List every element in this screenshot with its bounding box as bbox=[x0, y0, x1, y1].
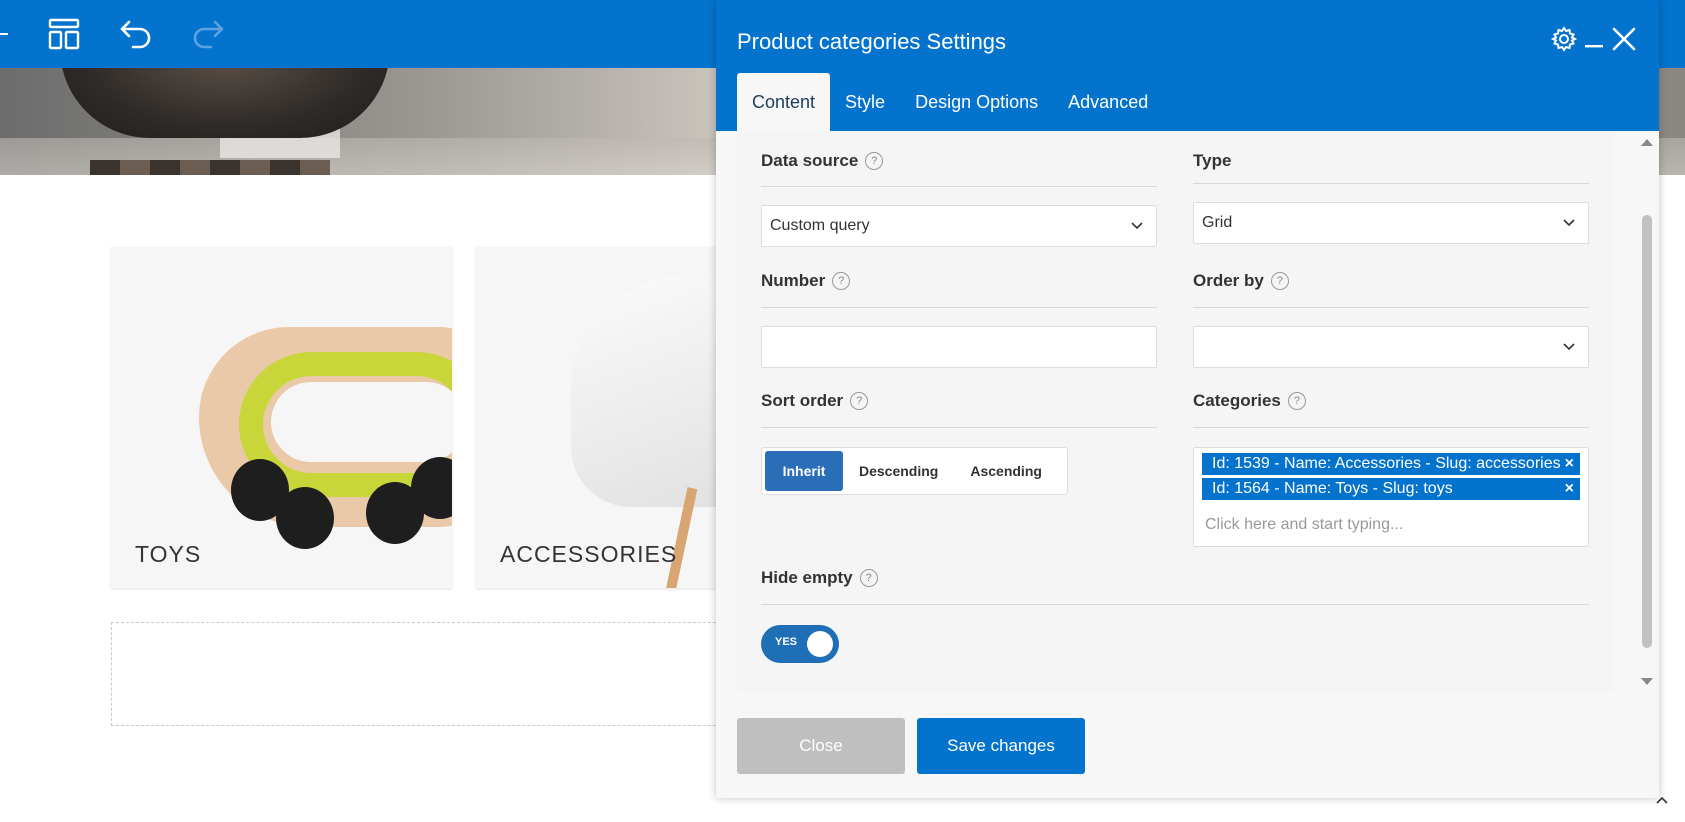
chevron-up-icon[interactable] bbox=[1656, 796, 1668, 804]
order-by-select[interactable] bbox=[1193, 326, 1589, 368]
divider bbox=[761, 604, 1589, 605]
categories-label-text: Categories bbox=[1193, 391, 1281, 410]
number-input[interactable] bbox=[761, 326, 1157, 368]
toolbar-dash bbox=[0, 33, 8, 35]
toy-wheel bbox=[276, 487, 334, 549]
sort-order-label: Sort order ? bbox=[761, 391, 869, 411]
divider bbox=[761, 427, 1157, 428]
tab-design-options[interactable]: Design Options bbox=[900, 73, 1053, 131]
remove-chip-icon[interactable]: × bbox=[1565, 455, 1574, 473]
close-button[interactable]: Close bbox=[737, 718, 905, 774]
close-icon[interactable] bbox=[1609, 24, 1639, 54]
categories-placeholder: Click here and start typing... bbox=[1205, 516, 1404, 533]
divider bbox=[1193, 427, 1589, 428]
category-chip-text: Id: 1539 - Name: Accessories - Slug: acc… bbox=[1212, 455, 1561, 472]
help-icon[interactable]: ? bbox=[850, 392, 869, 410]
help-icon[interactable]: ? bbox=[859, 569, 878, 587]
help-icon[interactable]: ? bbox=[1287, 392, 1306, 410]
help-icon[interactable]: ? bbox=[1270, 272, 1289, 290]
category-card-label: TOYS bbox=[135, 541, 202, 567]
tab-style[interactable]: Style bbox=[830, 73, 900, 131]
categories-label: Categories ? bbox=[1193, 391, 1306, 411]
toggle-label: YES bbox=[775, 636, 798, 648]
tab-advanced[interactable]: Advanced bbox=[1053, 73, 1163, 131]
chevron-down-icon bbox=[1131, 222, 1143, 230]
redo-icon bbox=[190, 16, 226, 52]
number-label: Number ? bbox=[761, 271, 851, 291]
undo-icon[interactable] bbox=[118, 16, 154, 52]
hide-empty-label: Hide empty ? bbox=[761, 568, 878, 588]
data-source-value: Custom query bbox=[770, 217, 870, 234]
number-label-text: Number bbox=[761, 271, 826, 290]
empty-drop-zone[interactable] bbox=[111, 622, 751, 726]
settings-panel: Product categories Settings Content Styl… bbox=[716, 0, 1659, 798]
type-label-text: Type bbox=[1193, 151, 1232, 170]
remove-chip-icon[interactable]: × bbox=[1565, 480, 1574, 498]
panel-scrollbar[interactable] bbox=[1636, 131, 1656, 693]
panel-content: Data source ? Custom query Type Grid Num… bbox=[737, 131, 1614, 693]
data-source-label-text: Data source bbox=[761, 151, 859, 170]
data-source-label: Data source ? bbox=[761, 151, 884, 171]
divider bbox=[1193, 307, 1589, 308]
type-value: Grid bbox=[1202, 214, 1233, 231]
minimize-icon[interactable] bbox=[1579, 24, 1609, 54]
type-select[interactable]: Grid bbox=[1193, 202, 1589, 244]
toy-hole bbox=[271, 382, 452, 462]
type-label: Type bbox=[1193, 151, 1231, 171]
category-card-label: ACCESSORIES bbox=[500, 541, 678, 567]
scroll-down-icon[interactable] bbox=[1640, 677, 1654, 687]
category-card-toys[interactable]: TOYS bbox=[111, 247, 452, 588]
sort-order-group: Inherit Descending Ascending bbox=[761, 447, 1068, 495]
hide-empty-toggle[interactable]: YES bbox=[761, 625, 839, 663]
panel-title: Product categories Settings bbox=[737, 29, 1007, 54]
chevron-down-icon bbox=[1563, 343, 1575, 351]
chevron-down-icon bbox=[1563, 219, 1575, 227]
order-by-label-text: Order by bbox=[1193, 271, 1264, 290]
category-chip-text: Id: 1564 - Name: Toys - Slug: toys bbox=[1212, 480, 1453, 497]
categories-input[interactable]: Id: 1539 - Name: Accessories - Slug: acc… bbox=[1193, 447, 1589, 547]
scroll-up-icon[interactable] bbox=[1640, 137, 1654, 147]
sort-order-label-text: Sort order bbox=[761, 391, 844, 410]
divider bbox=[761, 307, 1157, 308]
sort-order-descending[interactable]: Descending bbox=[843, 451, 954, 491]
data-source-select[interactable]: Custom query bbox=[761, 205, 1157, 247]
hero-logs bbox=[90, 160, 330, 175]
hide-empty-label-text: Hide empty bbox=[761, 568, 853, 587]
sort-order-inherit[interactable]: Inherit bbox=[765, 451, 843, 491]
help-icon[interactable]: ? bbox=[865, 152, 884, 170]
divider bbox=[761, 186, 1157, 187]
category-chip: Id: 1539 - Name: Accessories - Slug: acc… bbox=[1202, 453, 1580, 475]
gear-icon[interactable] bbox=[1549, 24, 1579, 54]
fireplace-shape bbox=[60, 68, 390, 138]
order-by-label: Order by ? bbox=[1193, 271, 1289, 291]
layout-icon[interactable] bbox=[46, 16, 82, 52]
divider bbox=[1193, 183, 1589, 184]
tab-content[interactable]: Content bbox=[737, 73, 831, 131]
panel-header: Product categories Settings Content Styl… bbox=[716, 0, 1659, 131]
scroll-thumb[interactable] bbox=[1642, 215, 1652, 648]
toggle-knob bbox=[807, 631, 833, 657]
category-chip: Id: 1564 - Name: Toys - Slug: toys × bbox=[1202, 478, 1580, 500]
panel-tabs: Content Style Design Options Advanced bbox=[737, 73, 1163, 131]
help-icon[interactable]: ? bbox=[832, 272, 851, 290]
sort-order-ascending[interactable]: Ascending bbox=[954, 451, 1058, 491]
save-button[interactable]: Save changes bbox=[917, 718, 1085, 774]
